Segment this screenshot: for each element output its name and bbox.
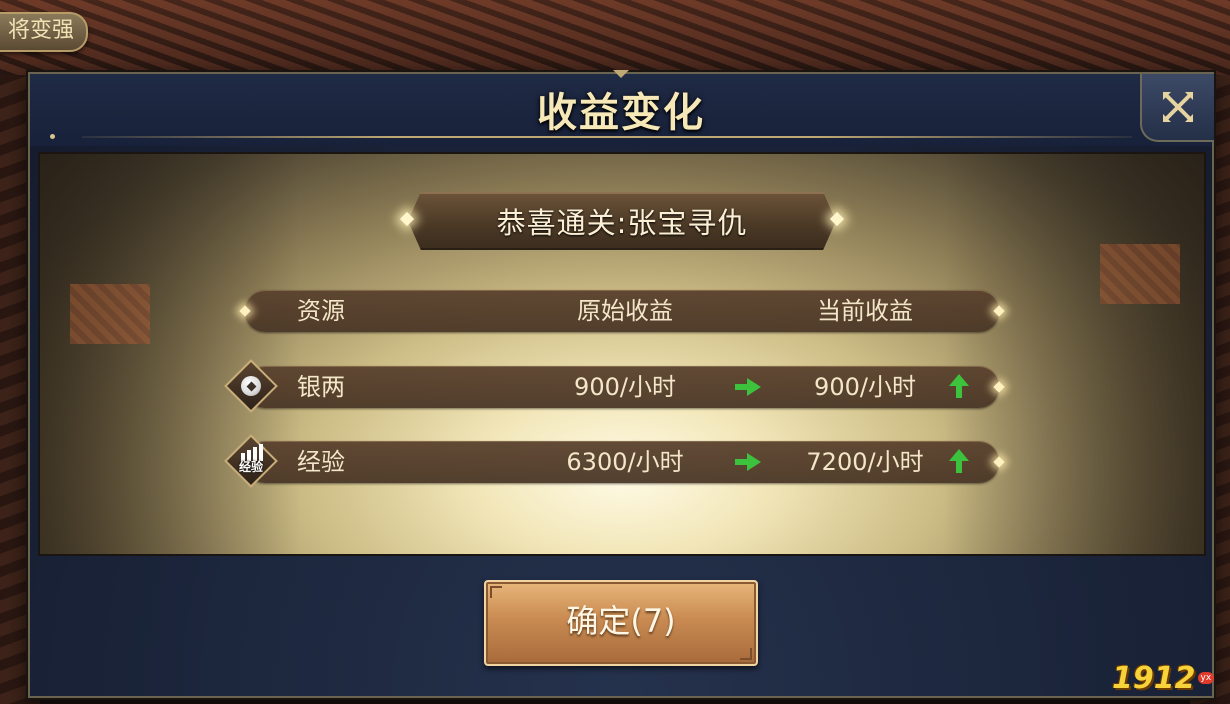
panel-shade-left <box>40 154 300 554</box>
site-watermark-logo: 1912 yx <box>1112 660 1224 696</box>
arrow-right-icon <box>735 378 761 396</box>
stage-clear-text: 恭喜通关:张宝寻仇 <box>496 206 748 240</box>
top-left-tab[interactable]: 将变强 <box>0 12 88 52</box>
background-roof <box>0 0 1230 75</box>
watermark-badge: yx <box>1197 672 1215 684</box>
close-x-icon <box>1163 92 1193 122</box>
table-row-experience: 经验 经验 6300/小时 7200/小时 <box>224 434 1005 488</box>
experience-icon-label: 经验 <box>238 459 263 474</box>
silver-coin-icon <box>224 359 278 413</box>
war-flag-left <box>70 284 150 344</box>
header-resource: 资源 <box>297 297 345 325</box>
current-value: 900/小时 <box>814 373 916 401</box>
arrow-up-icon <box>949 374 969 398</box>
dialog-title-bar: 收益变化 <box>30 70 1212 146</box>
header-original: 原始收益 <box>577 297 673 325</box>
table-row-silver: 银两 900/小时 900/小时 <box>224 359 1005 413</box>
original-value: 6300/小时 <box>566 448 684 476</box>
war-flag-right <box>1100 244 1180 304</box>
button-corner-ornament <box>490 586 502 598</box>
table-header-row: 资源 原始收益 当前收益 <box>239 290 1005 332</box>
arrow-up-icon <box>949 449 969 473</box>
current-value: 7200/小时 <box>806 448 924 476</box>
top-left-tab-label: 将变强 <box>7 18 74 43</box>
resource-name: 银两 <box>297 373 345 401</box>
confirm-button-label: 确定(7) <box>566 602 676 640</box>
arrow-right-icon <box>735 453 761 471</box>
dialog-title: 收益变化 <box>537 90 705 136</box>
panel-shade-right <box>944 154 1204 554</box>
resource-name: 经验 <box>297 448 345 476</box>
header-current: 当前收益 <box>817 297 913 325</box>
button-corner-ornament <box>740 648 752 660</box>
reward-change-dialog: 收益变化 恭喜通关:张宝寻仇 资源 原始收益 当前收益 银两 900/小时 90… <box>28 70 1214 698</box>
confirm-button[interactable]: 确定(7) <box>484 580 758 666</box>
original-value: 900/小时 <box>574 373 676 401</box>
watermark-text: 1912 <box>1112 660 1196 696</box>
close-button[interactable] <box>1140 74 1214 142</box>
reward-panel: 恭喜通关:张宝寻仇 资源 原始收益 当前收益 银两 900/小时 900/小时 <box>38 152 1206 556</box>
experience-icon: 经验 <box>224 434 278 488</box>
stage-clear-banner: 恭喜通关:张宝寻仇 <box>408 192 836 250</box>
title-notch-ornament <box>613 70 629 78</box>
